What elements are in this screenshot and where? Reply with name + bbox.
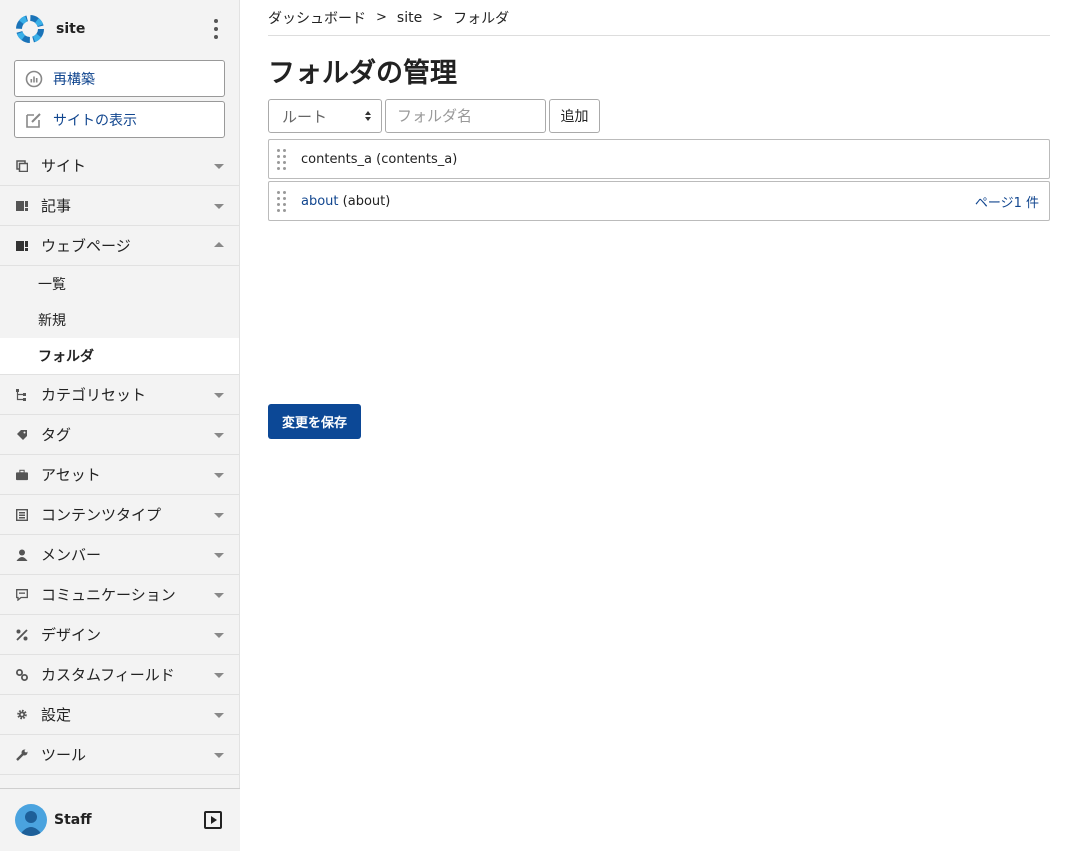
sidebar-item-label: カテゴリセット	[41, 386, 147, 404]
save-changes-button[interactable]: 変更を保存	[268, 404, 361, 439]
folder-name-input[interactable]	[385, 99, 546, 133]
chevron-down-icon	[214, 553, 224, 558]
sidebar: site 再構築 サイトの表示 サイト 記事 ウェブページ 一覧 新規 フォルダ…	[0, 0, 240, 851]
sidebar-item-content-type[interactable]: コンテンツタイプ	[0, 495, 239, 535]
sidebar-item-label: デザイン	[41, 626, 102, 644]
chevron-down-icon	[214, 393, 224, 398]
chevron-down-icon	[214, 633, 224, 638]
communication-icon	[16, 588, 28, 601]
breadcrumb-separator: >	[432, 10, 444, 25]
chevron-down-icon	[214, 513, 224, 518]
chevron-down-icon	[214, 164, 224, 169]
entry-icon	[16, 200, 28, 212]
rebuild-label: 再構築	[53, 71, 95, 88]
drag-handle-icon[interactable]	[277, 149, 287, 170]
submenu-item-folder[interactable]: フォルダ	[0, 338, 239, 374]
sidebar-item-design[interactable]: デザイン	[0, 615, 239, 655]
sidebar-item-site[interactable]: サイト	[0, 146, 239, 186]
sidebar-item-member[interactable]: メンバー	[0, 535, 239, 575]
play-icon[interactable]	[204, 811, 222, 829]
avatar[interactable]	[15, 804, 47, 836]
sidebar-item-label: コミュニケーション	[41, 586, 176, 604]
main-content: ダッシュボード > site > フォルダ フォルダの管理 ルート 追加 con…	[268, 0, 1050, 439]
page-title: フォルダの管理	[268, 58, 457, 89]
folder-link[interactable]: about	[301, 194, 339, 209]
sidebar-item-category-set[interactable]: カテゴリセット	[0, 375, 239, 415]
settings-icon	[16, 709, 28, 721]
user-footer: Staff	[0, 788, 240, 851]
sidebar-item-label: アセット	[41, 466, 101, 484]
sidebar-item-asset[interactable]: アセット	[0, 455, 239, 495]
breadcrumb-site[interactable]: site	[397, 10, 422, 26]
add-folder-button[interactable]: 追加	[549, 99, 600, 133]
sidebar-item-label: ウェブページ	[41, 237, 131, 255]
folder-page-count-link[interactable]: ページ1 件	[975, 192, 1039, 211]
sidebar-item-communication[interactable]: コミュニケーション	[0, 575, 239, 615]
sidebar-item-label: カスタムフィールド	[41, 666, 175, 684]
content-type-icon	[16, 508, 28, 521]
sidebar-item-tag[interactable]: タグ	[0, 415, 239, 455]
chevron-down-icon	[214, 433, 224, 438]
drag-handle-icon[interactable]	[277, 191, 287, 212]
custom-field-icon	[16, 668, 28, 681]
sidebar-item-label: タグ	[41, 426, 72, 444]
parent-folder-value: ルート	[282, 107, 328, 126]
edit-external-icon	[26, 112, 41, 128]
site-name[interactable]: site	[56, 21, 85, 37]
category-set-icon	[16, 388, 28, 401]
sidebar-menu: サイト 記事 ウェブページ 一覧 新規 フォルダ カテゴリセット タグ アセット…	[0, 146, 239, 775]
site-icon	[16, 159, 28, 172]
rebuild-button[interactable]: 再構築	[14, 60, 225, 97]
folder-label[interactable]: contents_a	[301, 152, 372, 167]
sidebar-item-label: コンテンツタイプ	[41, 506, 162, 524]
sidebar-item-label: サイト	[41, 157, 87, 175]
asset-icon	[16, 469, 28, 481]
sidebar-item-tool[interactable]: ツール	[0, 735, 239, 775]
design-icon	[16, 628, 28, 641]
breadcrumb-folder: フォルダ	[453, 10, 510, 27]
breadcrumb-separator: >	[376, 10, 387, 25]
chevron-down-icon	[214, 593, 224, 598]
sidebar-item-entry[interactable]: 記事	[0, 186, 239, 226]
folder-row[interactable]: contents_a (contents_a)	[268, 139, 1050, 179]
site-logo-icon[interactable]	[14, 13, 46, 45]
webpage-icon	[16, 240, 28, 252]
sidebar-item-label: メンバー	[41, 546, 102, 564]
folder-row[interactable]: about (about) ページ1 件	[268, 181, 1050, 221]
user-name[interactable]: Staff	[54, 812, 92, 828]
chevron-down-icon	[214, 473, 224, 478]
chevron-down-icon	[214, 204, 224, 209]
chevron-up-icon	[214, 242, 224, 247]
sidebar-item-label: 設定	[41, 706, 72, 724]
webpage-submenu: 一覧 新規 フォルダ	[0, 266, 239, 375]
submenu-item-list[interactable]: 一覧	[0, 266, 239, 302]
select-arrows-icon	[365, 111, 371, 121]
breadcrumb: ダッシュボード > site > フォルダ	[268, 0, 1050, 36]
tag-icon	[16, 429, 28, 441]
breadcrumb-dashboard[interactable]: ダッシュボード	[268, 8, 366, 28]
view-site-label: サイトの表示	[53, 112, 137, 129]
chevron-down-icon	[214, 673, 224, 678]
sidebar-item-label: ツール	[41, 746, 87, 764]
folder-basename: (about)	[342, 193, 391, 209]
sidebar-item-label: 記事	[41, 197, 72, 215]
member-icon	[16, 549, 28, 561]
rebuild-icon	[25, 70, 43, 87]
user-avatar-icon	[19, 811, 43, 836]
add-folder-controls: ルート 追加	[268, 99, 1050, 133]
sidebar-item-custom-field[interactable]: カスタムフィールド	[0, 655, 239, 695]
chevron-down-icon	[214, 753, 224, 758]
kebab-menu-icon[interactable]	[213, 19, 219, 39]
chevron-down-icon	[214, 713, 224, 718]
parent-folder-select[interactable]: ルート	[268, 99, 382, 133]
sidebar-item-settings[interactable]: 設定	[0, 695, 239, 735]
site-header: site	[0, 0, 239, 58]
submenu-item-new[interactable]: 新規	[0, 302, 239, 338]
folder-list: contents_a (contents_a) about (about) ペー…	[268, 139, 1050, 221]
folder-basename: (contents_a)	[376, 151, 458, 167]
tool-icon	[16, 749, 28, 761]
view-site-button[interactable]: サイトの表示	[14, 101, 225, 138]
sidebar-item-webpage[interactable]: ウェブページ	[0, 226, 239, 266]
